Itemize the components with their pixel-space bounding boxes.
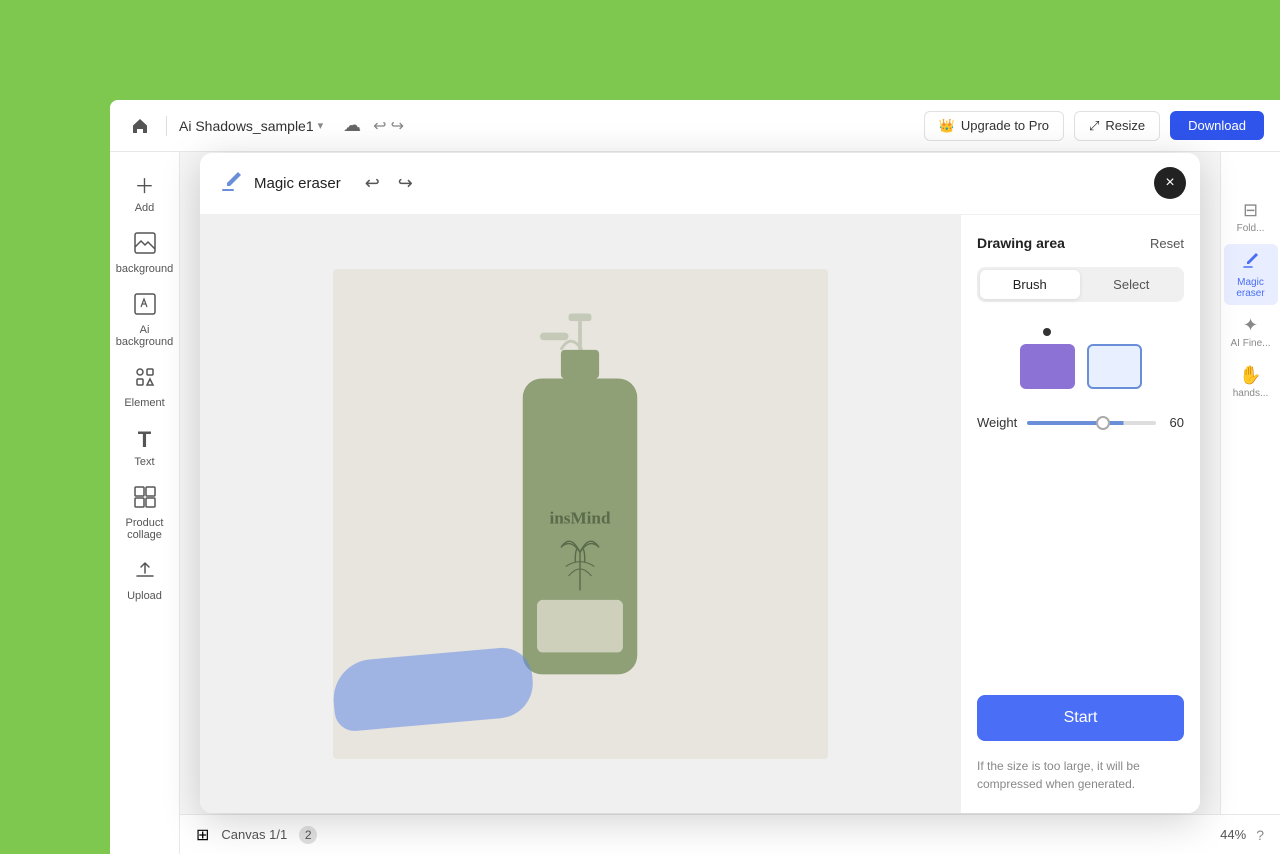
brush-swatch xyxy=(1020,344,1075,389)
crown-icon: 👑 xyxy=(939,118,955,134)
dialog-overlay: Magic eraser ↩ ↪ × xyxy=(180,152,1220,814)
drawing-area-header: Drawing area Reset xyxy=(977,235,1184,251)
dialog-header: Magic eraser ↩ ↪ × xyxy=(200,153,1200,215)
brush-active-preview xyxy=(1020,328,1075,389)
brush-preview-area xyxy=(977,318,1184,399)
svg-text:insMind: insMind xyxy=(549,509,611,528)
redo-icon[interactable]: ↪ xyxy=(391,116,404,136)
top-bar: Ai Shadows_sample1 ▾ ☁ ↩ ↪ 👑 Upgrade to … xyxy=(110,100,1280,152)
weight-slider[interactable] xyxy=(1027,421,1156,425)
filename-label[interactable]: Ai Shadows_sample1 ▾ xyxy=(179,118,323,134)
hands-icon: ✋ xyxy=(1239,365,1261,386)
dialog-undo-redo: ↩ ↪ xyxy=(359,171,419,196)
tool-tabs: Brush Select xyxy=(977,267,1184,302)
magic-eraser-header-icon xyxy=(220,169,244,198)
select-tab[interactable]: Select xyxy=(1082,270,1182,299)
dialog-body: insMind xyxy=(200,215,1200,813)
drawing-area-title: Drawing area xyxy=(977,235,1065,251)
bottom-right-controls: 44% ? xyxy=(1220,827,1264,843)
undo-icon[interactable]: ↩ xyxy=(373,116,386,136)
sidebar-item-element[interactable]: Element xyxy=(114,358,176,417)
add-icon: ＋ xyxy=(135,170,155,199)
product-collage-icon xyxy=(134,486,156,514)
download-button[interactable]: Download xyxy=(1170,111,1264,140)
bottle-illustration: insMind xyxy=(333,269,828,759)
app-window: Ai Shadows_sample1 ▾ ☁ ↩ ↪ 👑 Upgrade to … xyxy=(110,100,1280,854)
ai-background-icon xyxy=(134,293,156,321)
reset-button[interactable]: Reset xyxy=(1150,236,1184,251)
home-icon[interactable] xyxy=(126,112,154,140)
sidebar-item-ai-background[interactable]: Ai background xyxy=(114,285,176,356)
sidebar-item-background[interactable]: background xyxy=(114,224,176,283)
help-icon[interactable]: ? xyxy=(1256,827,1264,843)
top-bar-undo-redo: ↩ ↪ xyxy=(373,116,404,136)
text-icon: T xyxy=(138,427,151,453)
dialog-close-button[interactable]: × xyxy=(1154,167,1186,199)
layers-icon: ⊟ xyxy=(1243,200,1258,221)
weight-row: Weight 60 xyxy=(977,415,1184,430)
top-bar-cloud-icon[interactable]: ☁ xyxy=(343,115,361,136)
dialog-redo-button[interactable]: ↪ xyxy=(392,171,419,196)
upload-icon xyxy=(134,559,156,587)
sidebar-item-add[interactable]: ＋ Add xyxy=(114,162,176,222)
canvas-label: Canvas 1/1 xyxy=(221,827,287,842)
background-icon xyxy=(134,232,156,260)
dialog-undo-button[interactable]: ↩ xyxy=(359,171,386,196)
weight-label: Weight xyxy=(977,415,1017,430)
weight-value: 60 xyxy=(1166,415,1184,430)
sidebar-item-text[interactable]: T Text xyxy=(114,419,176,476)
layers-bottom-icon[interactable]: ⊞ xyxy=(196,825,209,845)
resize-icon: ⤢ xyxy=(1089,118,1099,134)
dialog-settings-panel: Drawing area Reset Brush Select xyxy=(960,215,1200,813)
sidebar-item-product-collage[interactable]: Product collage xyxy=(114,478,176,549)
magic-eraser-dialog: Magic eraser ↩ ↪ × xyxy=(200,153,1200,813)
right-panel-ai-fine[interactable]: ✦ AI Fine... xyxy=(1224,309,1278,355)
bottom-bar: ⊞ Canvas 1/1 2 44% ? xyxy=(180,814,1280,854)
start-button[interactable]: Start xyxy=(977,695,1184,741)
upgrade-button[interactable]: 👑 Upgrade to Pro xyxy=(924,111,1064,141)
layer-count: 2 xyxy=(299,826,317,844)
element-icon xyxy=(134,366,156,394)
left-sidebar: ＋ Add background Ai background Element T… xyxy=(110,152,180,854)
dialog-title: Magic eraser xyxy=(254,175,341,192)
brush-tab[interactable]: Brush xyxy=(980,270,1080,299)
dialog-canvas[interactable]: insMind xyxy=(200,215,960,813)
top-bar-separator xyxy=(166,116,167,136)
select-preview-container xyxy=(1087,344,1142,389)
top-bar-right: 👑 Upgrade to Pro ⤢ Resize Download xyxy=(924,111,1264,141)
dialog-footer-note: If the size is too large, it will be com… xyxy=(977,757,1184,793)
right-panel-layers[interactable]: ⊟ Fold... xyxy=(1224,194,1278,240)
ai-fine-icon: ✦ xyxy=(1243,315,1258,336)
select-preview xyxy=(1087,344,1142,389)
magic-eraser-right-icon xyxy=(1241,250,1261,275)
product-image-container: insMind xyxy=(333,269,828,759)
right-panel: ⊟ Fold... Magic eraser ✦ AI Fine... ✋ ha… xyxy=(1220,152,1280,814)
zoom-level: 44% xyxy=(1220,827,1246,842)
right-panel-hands[interactable]: ✋ hands... xyxy=(1224,359,1278,405)
resize-button[interactable]: ⤢ Resize xyxy=(1074,111,1160,141)
sidebar-item-upload[interactable]: Upload xyxy=(114,551,176,610)
right-panel-magic-eraser[interactable]: Magic eraser xyxy=(1224,244,1278,305)
brush-dot xyxy=(1043,328,1051,336)
